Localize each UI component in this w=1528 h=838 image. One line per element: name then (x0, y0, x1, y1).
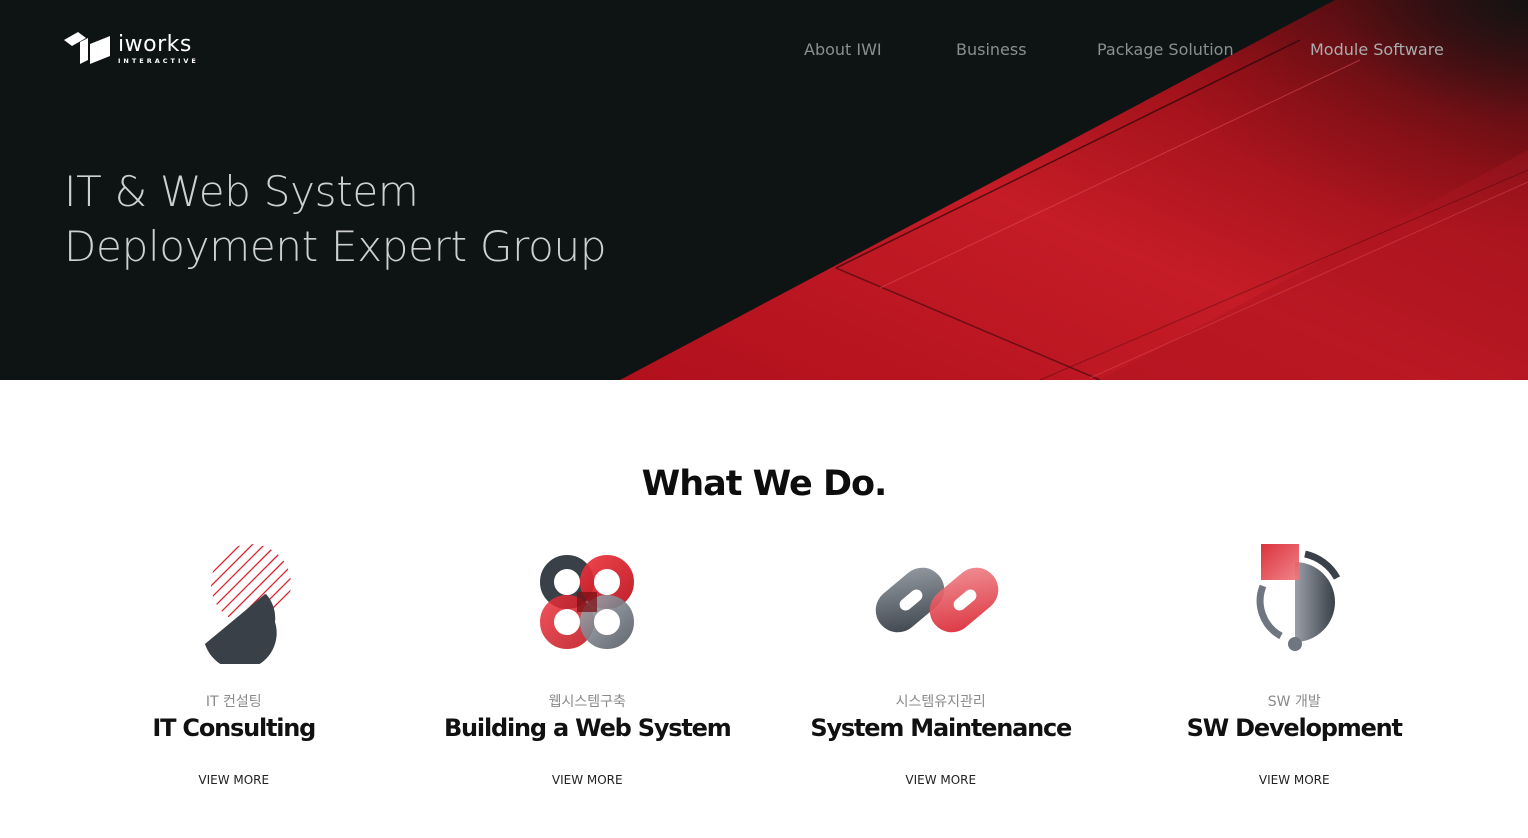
view-more-link[interactable]: VIEW MORE (411, 773, 765, 787)
nav-business[interactable]: Business (956, 40, 1027, 59)
service-kr-label: 시스템유지관리 (895, 694, 986, 710)
maintenance-icon (875, 567, 999, 633)
service-title: Building a Web System (443, 714, 732, 742)
view-more-link[interactable]: VIEW MORE (764, 773, 1118, 787)
service-card-sw-development: SW 개발 SW Development VIEW MORE (1118, 540, 1472, 800)
view-more-link[interactable]: VIEW MORE (1118, 773, 1472, 787)
service-title: System Maintenance (810, 714, 1072, 742)
main-navigation: About IWI Business Package Solution Modu… (0, 40, 1528, 64)
web-system-icon (540, 555, 635, 649)
services-list: IT 컨설팅 IT Consulting VIEW MORE 웹시스템구축 Bu… (57, 540, 1471, 800)
service-title: SW Development (1186, 714, 1403, 742)
hero-headline-line-1: IT & Web System (64, 167, 419, 216)
service-kr-label: 웹시스템구축 (548, 694, 626, 710)
service-card-system-maintenance: 시스템유지관리 System Maintenance VIEW MORE (764, 540, 1118, 800)
hero-banner: iworks INTERACTIVE About IWI Business Pa… (0, 0, 1528, 380)
service-card-it-consulting: IT 컨설팅 IT Consulting VIEW MORE (57, 540, 411, 800)
service-title: IT Consulting (152, 714, 316, 742)
service-card-web-system: 웹시스템구축 Building a Web System VIEW MORE (411, 540, 765, 800)
what-we-do-heading: What We Do. (641, 464, 888, 504)
nav-module-software[interactable]: Module Software (1310, 40, 1444, 59)
service-kr-label: SW 개발 (1267, 694, 1321, 710)
view-more-link[interactable]: VIEW MORE (57, 773, 411, 787)
nav-about[interactable]: About IWI (804, 40, 882, 59)
service-kr-label: IT 컨설팅 (205, 694, 262, 710)
hero-headline-line-2: Deployment Expert Group (64, 222, 607, 271)
hero-headline: IT & Web System Deployment Expert Group (64, 164, 607, 274)
consulting-icon (204, 544, 291, 664)
sw-development-icon (1256, 544, 1341, 651)
nav-package-solution[interactable]: Package Solution (1097, 40, 1234, 59)
